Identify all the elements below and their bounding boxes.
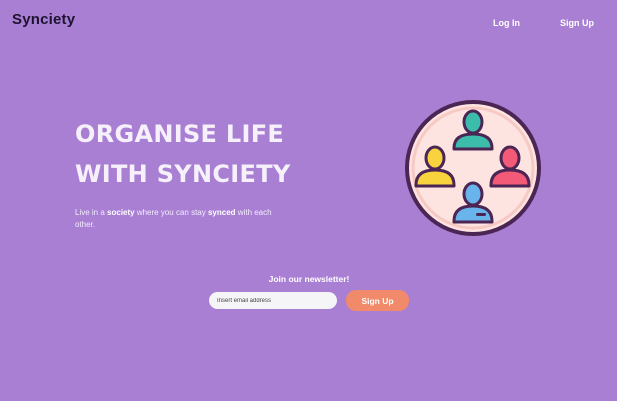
- email-input[interactable]: [209, 292, 337, 309]
- hero-desc-part-1: Live in a: [75, 208, 108, 217]
- hero-desc-synced: synced: [207, 208, 236, 217]
- newsletter-signup-button[interactable]: Sign Up: [346, 290, 409, 311]
- hero-title-line-1: ORGANISE LIFE: [75, 120, 285, 148]
- hero-title: ORGANISE LIFE WITH SYNCIETY: [75, 114, 291, 194]
- hero-desc-society: society: [107, 208, 135, 217]
- signup-link[interactable]: Sign Up: [560, 18, 594, 28]
- login-link[interactable]: Log In: [493, 18, 520, 28]
- hero-desc-part-2: where you can stay: [134, 208, 208, 217]
- brand-logo[interactable]: Synciety: [12, 11, 75, 28]
- hero-title-line-2: WITH SYNCIETY: [75, 160, 291, 188]
- hero-description: Live in a society where you can stay syn…: [75, 207, 280, 231]
- community-people-icon: [405, 100, 541, 236]
- newsletter-label: Join our newsletter!: [268, 274, 350, 284]
